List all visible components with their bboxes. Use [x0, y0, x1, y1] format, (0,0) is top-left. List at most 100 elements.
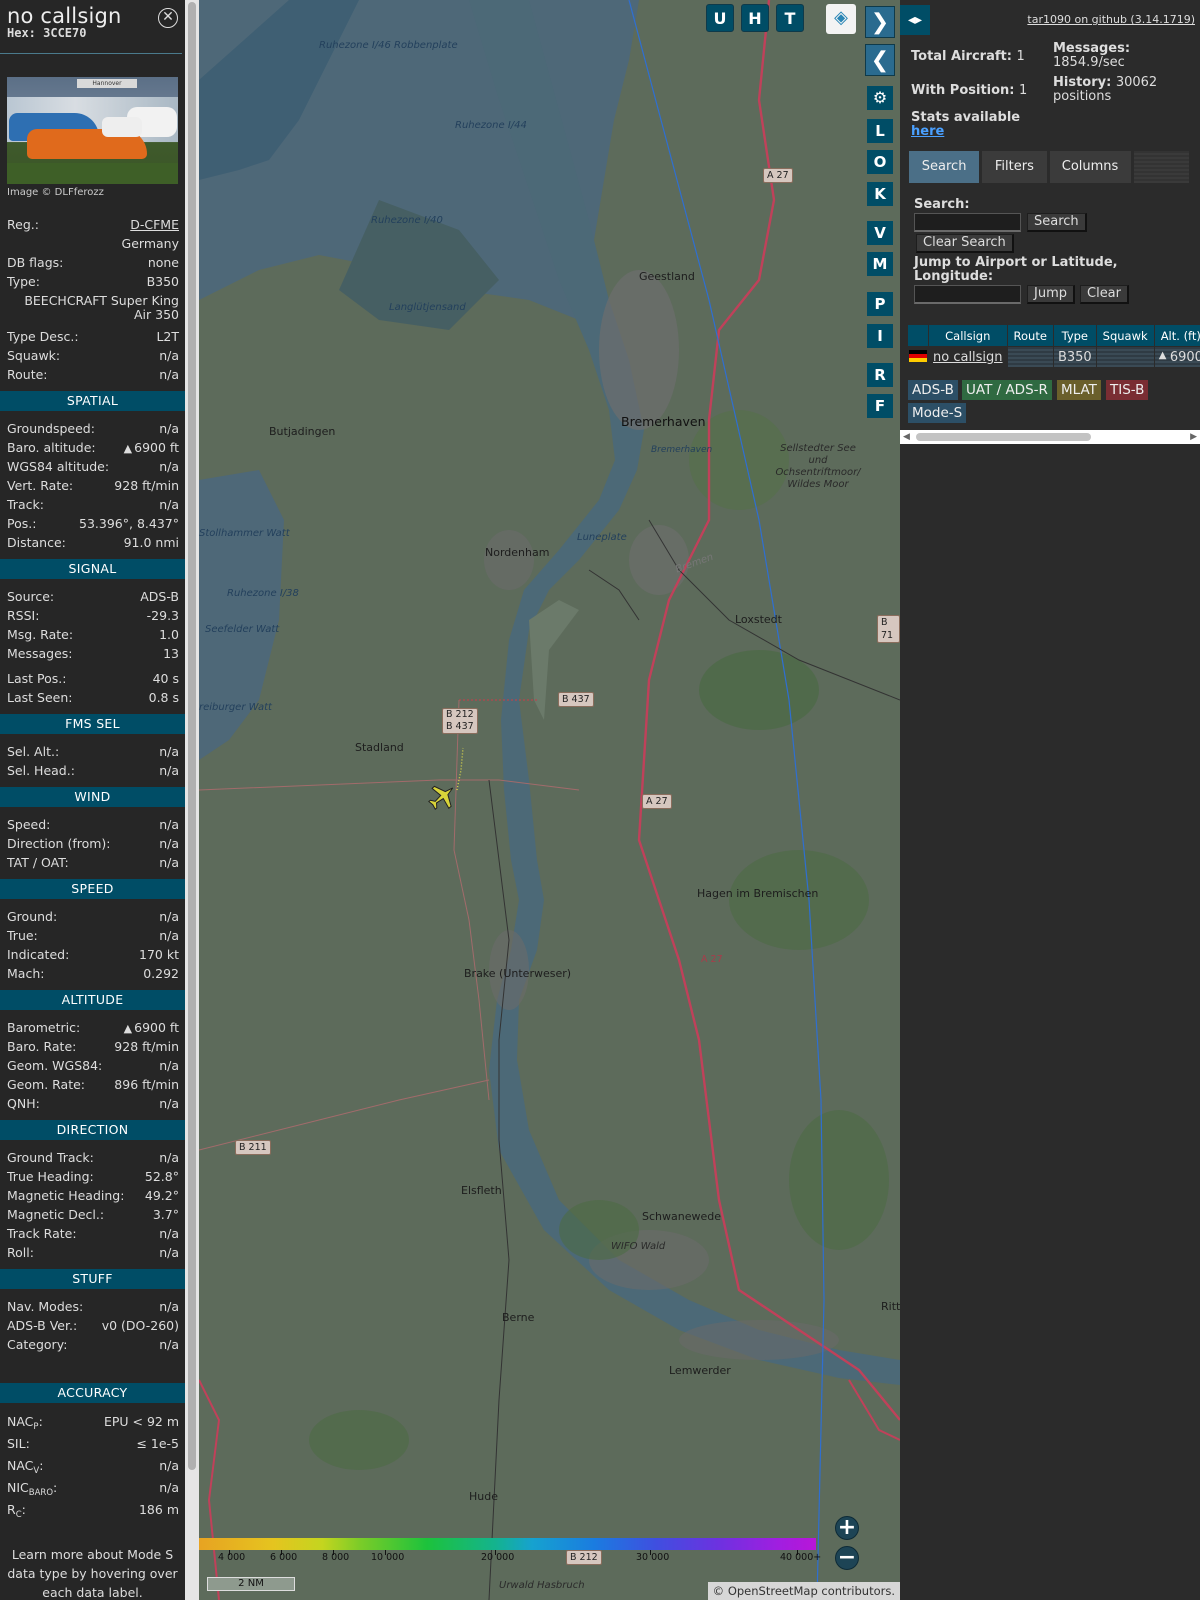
messages-label[interactable]: Messages:	[7, 644, 73, 663]
table-horizontal-scrollbar[interactable]: ◀ ▶	[900, 430, 1200, 444]
nacp-label[interactable]: NACP:	[7, 1411, 43, 1433]
layers-icon[interactable]: ◈	[826, 4, 856, 34]
search-input[interactable]	[914, 213, 1021, 232]
sel-head-label[interactable]: Sel. Head.:	[7, 761, 75, 780]
col-type[interactable]: Type	[1053, 325, 1096, 346]
map-btn-p[interactable]: P	[867, 292, 893, 316]
table-row[interactable]: no callsign B350 ▲ 6900	[908, 347, 1200, 367]
true-speed-label[interactable]: True:	[7, 926, 38, 945]
rc-label[interactable]: RC:	[7, 1499, 26, 1521]
aircraft-marker-icon[interactable]	[427, 782, 457, 812]
stats-here-link[interactable]: here	[911, 124, 944, 139]
map-btn-l[interactable]: L	[867, 119, 893, 143]
section-speed: SPEED	[0, 879, 185, 899]
baro-alt-label[interactable]: Baro. altitude:	[7, 438, 96, 457]
jump-button[interactable]: Jump	[1027, 285, 1075, 304]
indicated-label[interactable]: Indicated:	[7, 945, 69, 964]
zoom-in-button[interactable]: +	[835, 1516, 859, 1540]
geom-label[interactable]: Geom. WGS84:	[7, 1056, 102, 1075]
qnh-label[interactable]: QNH:	[7, 1094, 40, 1113]
msg-rate-label[interactable]: Msg. Rate:	[7, 625, 73, 644]
nicbaro-row: NICBARO: n/a	[0, 1477, 185, 1499]
tab-search[interactable]: Search	[909, 151, 980, 183]
map-btn-k[interactable]: K	[867, 182, 893, 206]
mag-heading-label[interactable]: Magnetic Heading:	[7, 1186, 124, 1205]
col-route[interactable]: Route	[1007, 325, 1053, 346]
track-label[interactable]: Track:	[7, 495, 44, 514]
adsb-ver-label[interactable]: ADS-B Ver.:	[7, 1316, 77, 1335]
collapse-left-icon[interactable]: ❮	[865, 44, 895, 76]
true-heading-label[interactable]: True Heading:	[7, 1167, 94, 1186]
aircraft-photo[interactable]: Hannover	[7, 77, 178, 184]
search-button[interactable]: Search	[1027, 213, 1087, 232]
mag-decl-label[interactable]: Magnetic Decl.:	[7, 1205, 104, 1224]
map-btn-i[interactable]: I	[867, 324, 893, 348]
water-langlutjensand: Langlütjensand	[389, 302, 466, 313]
country-row: Germany	[0, 234, 185, 253]
sel-alt-label[interactable]: Sel. Alt.:	[7, 742, 59, 761]
callsign-title: no callsign	[7, 4, 122, 28]
zoom-out-button[interactable]: −	[835, 1546, 859, 1570]
tab-filters[interactable]: Filters	[982, 151, 1047, 183]
expand-right-icon[interactable]: ❯	[865, 6, 895, 38]
col-callsign[interactable]: Callsign	[929, 325, 1007, 346]
ground-speed-label[interactable]: Ground:	[7, 907, 57, 926]
map-attribution[interactable]: © OpenStreetMap contributors.	[707, 1582, 900, 1600]
scroll-right-icon: ▶	[1190, 432, 1197, 442]
groundspeed-label[interactable]: Groundspeed:	[7, 419, 95, 438]
last-seen-label[interactable]: Last Seen:	[7, 688, 72, 707]
source-label[interactable]: Source:	[7, 587, 54, 606]
scrollbar-thumb[interactable]	[188, 2, 196, 1470]
vert-rate-label[interactable]: Vert. Rate:	[7, 476, 73, 495]
map-btn-r[interactable]: R	[867, 363, 893, 387]
toggle-sidebar-icon[interactable]: ◂▸	[900, 5, 930, 35]
map-btn-u[interactable]: U	[706, 4, 734, 32]
ground-track-label[interactable]: Ground Track:	[7, 1148, 94, 1167]
last-seen-row: Last Seen: 0.8 s	[0, 688, 185, 707]
github-link[interactable]: tar1090 on github (3.14.1719)	[1027, 13, 1195, 26]
settings-gear-icon[interactable]: ⚙	[867, 86, 893, 110]
geom-rate-label[interactable]: Geom. Rate:	[7, 1075, 85, 1094]
water-ruhezone-146: Ruhezone I/46 Robbenplate	[319, 40, 458, 51]
wind-speed-label[interactable]: Speed:	[7, 815, 50, 834]
close-icon[interactable]: ✕	[158, 8, 178, 28]
wind-dir-label[interactable]: Direction (from):	[7, 834, 111, 853]
mach-label[interactable]: Mach:	[7, 964, 44, 983]
map-btn-h[interactable]: H	[741, 4, 769, 32]
col-alt[interactable]: Alt. (ft)	[1154, 325, 1200, 346]
map-btn-o[interactable]: O	[867, 150, 893, 174]
map-btn-v[interactable]: V	[867, 221, 893, 245]
track-rate-label[interactable]: Track Rate:	[7, 1224, 77, 1243]
pos-label[interactable]: Pos.:	[7, 514, 36, 533]
wgs84-label[interactable]: WGS84 altitude:	[7, 457, 109, 476]
info-panel-scrollbar[interactable]	[185, 0, 199, 1600]
nicbaro-label[interactable]: NICBARO:	[7, 1477, 57, 1499]
sil-label[interactable]: SIL:	[7, 1433, 30, 1455]
barometric-label[interactable]: Barometric:	[7, 1018, 80, 1037]
col-squawk[interactable]: Squawk	[1096, 325, 1154, 346]
tat-label[interactable]: TAT / OAT:	[7, 853, 69, 872]
flag-germany-icon	[908, 347, 928, 367]
baro-rate-label[interactable]: Baro. Rate:	[7, 1037, 76, 1056]
roll-label[interactable]: Roll:	[7, 1243, 34, 1262]
map-btn-f[interactable]: F	[867, 394, 893, 418]
tab-columns[interactable]: Columns	[1049, 151, 1131, 183]
category-label[interactable]: Category:	[7, 1335, 67, 1354]
scrollbar-thumb[interactable]	[916, 433, 1091, 441]
jump-input[interactable]	[914, 285, 1021, 304]
nav-modes-label[interactable]: Nav. Modes:	[7, 1297, 83, 1316]
last-pos-label[interactable]: Last Pos.:	[7, 669, 66, 688]
map-btn-t[interactable]: T	[776, 4, 804, 32]
distance-label[interactable]: Distance:	[7, 533, 66, 552]
info-header: no callsign Hex: 3CCE70 ✕	[0, 0, 182, 54]
row-callsign[interactable]: no callsign	[929, 347, 1007, 367]
rssi-label[interactable]: RSSI:	[7, 606, 39, 625]
clear-jump-button[interactable]: Clear	[1080, 285, 1129, 304]
nacv-label[interactable]: NACV:	[7, 1455, 43, 1477]
col-flag[interactable]	[908, 325, 928, 346]
map-view[interactable]: Geestland Bremerhaven Bremerhaven Butjad…	[199, 0, 900, 1600]
map-btn-m[interactable]: M	[867, 252, 893, 276]
place-ritt: Ritt	[881, 1300, 900, 1313]
reg-link[interactable]: D-CFME	[130, 215, 179, 234]
clear-search-button[interactable]: Clear Search	[916, 234, 1014, 253]
